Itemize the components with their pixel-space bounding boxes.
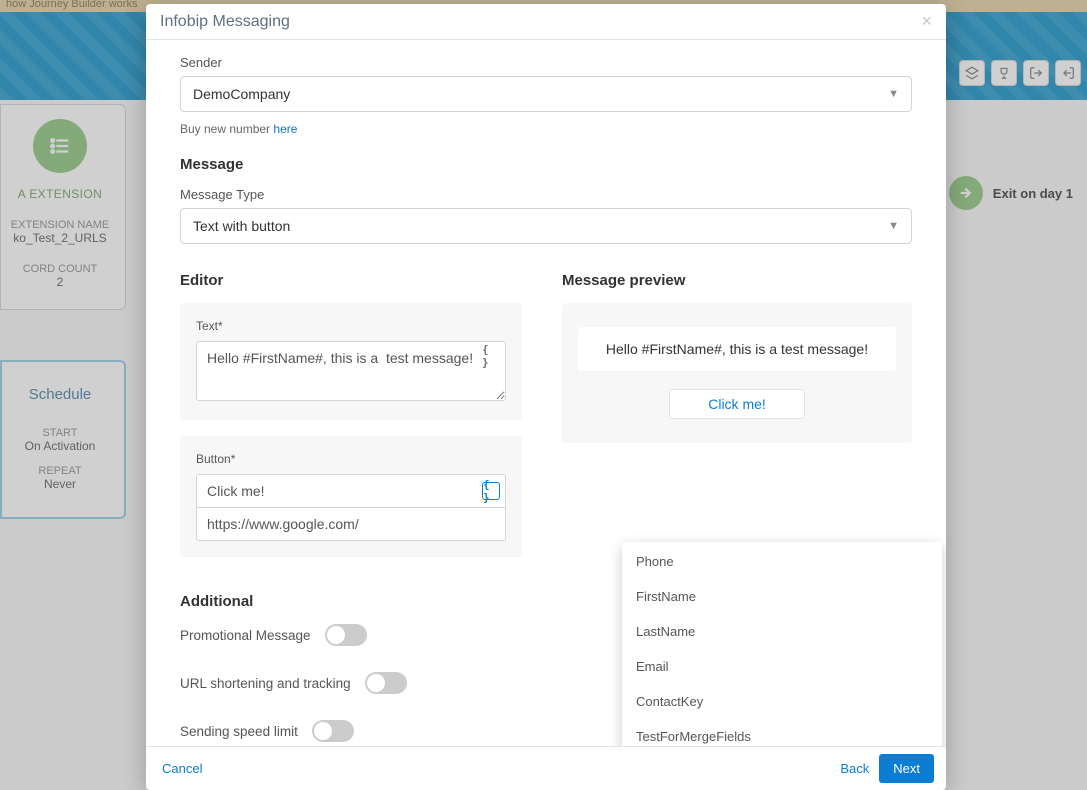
text-label: Text* [196, 319, 506, 333]
modal-footer: Cancel Back Next [146, 746, 946, 790]
message-type-value: Text with button [193, 218, 290, 234]
cancel-button[interactable]: Cancel [158, 755, 206, 782]
preview-bubble: Hello #FirstName#, this is a test messag… [578, 327, 896, 371]
next-button[interactable]: Next [879, 754, 934, 783]
buy-number-link[interactable]: here [273, 122, 297, 136]
merge-field-item[interactable]: TestForMergeFields [622, 719, 942, 746]
modal-header: Infobip Messaging × [146, 4, 946, 40]
message-type-label: Message Type [180, 187, 912, 202]
chevron-down-icon: ▼ [888, 220, 899, 232]
button-label: Button* [196, 452, 506, 466]
merge-field-menu: PhoneFirstNameLastNameEmailContactKeyTes… [622, 542, 942, 746]
url-shortening-label: URL shortening and tracking [180, 676, 351, 691]
promo-toggle[interactable] [325, 624, 367, 646]
merge-field-icon[interactable]: { } [482, 347, 500, 365]
promo-label: Promotional Message [180, 628, 311, 643]
sender-value: DemoCompany [193, 86, 290, 102]
merge-field-item[interactable]: LastName [622, 614, 942, 649]
merge-field-item[interactable]: Phone [622, 544, 942, 579]
editor-section-header: Editor [180, 272, 522, 289]
buy-number-hint: Buy new number here [180, 122, 912, 136]
button-editor-card: Button* { } [180, 436, 522, 557]
url-shortening-toggle[interactable] [365, 672, 407, 694]
preview-section-header: Message preview [562, 272, 912, 289]
close-icon[interactable]: × [921, 11, 932, 32]
merge-field-item[interactable]: Email [622, 649, 942, 684]
sender-label: Sender [180, 55, 912, 70]
message-text-input[interactable] [196, 341, 506, 401]
speed-limit-label: Sending speed limit [180, 724, 298, 739]
button-text-input[interactable] [196, 474, 506, 508]
modal-body: Sender Sender DemoCompany ▼ Buy new numb… [146, 40, 946, 746]
message-preview-card: Hello #FirstName#, this is a test messag… [562, 303, 912, 443]
merge-field-item[interactable]: FirstName [622, 579, 942, 614]
message-section-header: Message [180, 156, 912, 173]
text-editor-card: Text* { } [180, 303, 522, 420]
merge-field-item[interactable]: ContactKey [622, 684, 942, 719]
speed-limit-toggle[interactable] [312, 720, 354, 742]
chevron-down-icon: ▼ [888, 88, 899, 100]
merge-field-icon[interactable]: { } [482, 482, 500, 500]
back-button[interactable]: Back [836, 755, 873, 782]
message-type-select[interactable]: Text with button ▼ [180, 208, 912, 244]
preview-button: Click me! [669, 389, 805, 419]
infobip-modal: Infobip Messaging × Sender Sender DemoCo… [146, 4, 946, 790]
modal-title: Infobip Messaging [160, 13, 290, 31]
sender-select[interactable]: DemoCompany ▼ [180, 76, 912, 112]
buy-number-text: Buy new number [180, 122, 273, 136]
button-url-input[interactable] [196, 507, 506, 541]
